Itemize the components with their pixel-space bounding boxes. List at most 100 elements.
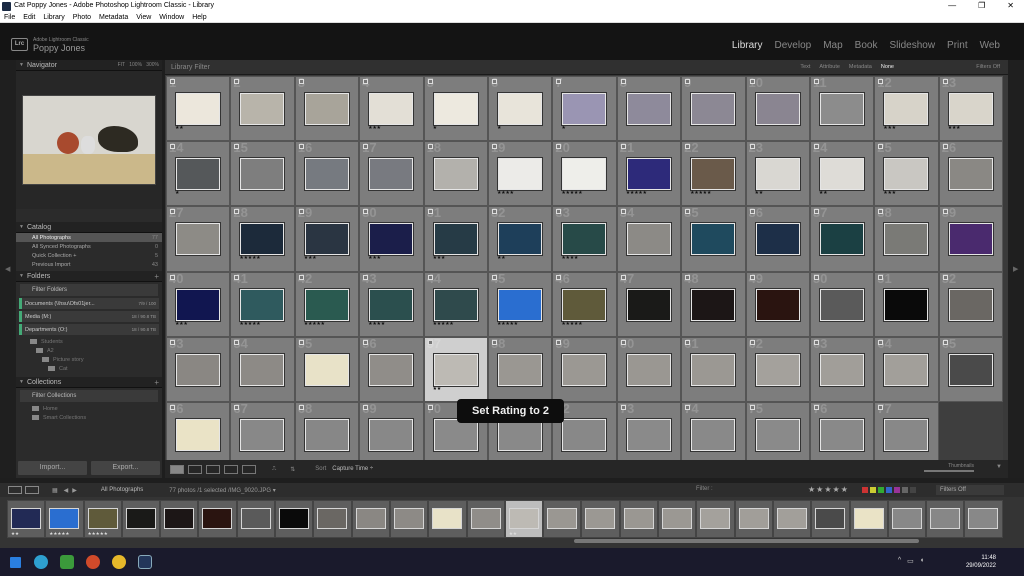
- photo-thumbnail[interactable]: [240, 288, 285, 321]
- volume-row[interactable]: Departments (O:) 18 / 90.8 TB: [19, 324, 159, 335]
- people-view-icon[interactable]: [242, 464, 256, 474]
- photo-thumbnail[interactable]: [497, 223, 542, 256]
- photo-thumbnail[interactable]: [819, 223, 864, 256]
- grid-cell[interactable]: 19 ★★★★: [487, 141, 553, 207]
- filmstrip-source[interactable]: All Photographs: [101, 487, 143, 493]
- grid-cell[interactable]: 37: [809, 206, 875, 272]
- filmstrip-cell[interactable]: ★★★★★: [83, 500, 122, 538]
- photo-thumbnail[interactable]: [304, 418, 349, 451]
- photo-thumbnail[interactable]: [433, 353, 478, 386]
- star-rating[interactable]: ★★★★★: [433, 321, 454, 327]
- menu-item-window[interactable]: Window: [159, 12, 184, 22]
- flag-icon[interactable]: [813, 209, 819, 215]
- photo-thumbnail[interactable]: [884, 288, 929, 321]
- filmstrip-thumbnail[interactable]: [815, 508, 846, 529]
- color-swatch[interactable]: [902, 487, 908, 493]
- flag-icon[interactable]: [234, 339, 240, 345]
- grid-cell[interactable]: 35: [681, 206, 746, 272]
- start-icon[interactable]: [4, 551, 26, 573]
- grid-cell[interactable]: 69: [359, 401, 424, 468]
- grid-cell[interactable]: 15: [230, 141, 295, 207]
- flag-icon[interactable]: [363, 339, 369, 345]
- filmstrip-thumbnail[interactable]: [317, 508, 348, 529]
- painter-icon[interactable]: ⎍: [272, 466, 276, 473]
- flag-icon[interactable]: [170, 79, 175, 84]
- star-rating[interactable]: ★: [433, 125, 438, 131]
- photo-thumbnail[interactable]: [884, 93, 929, 125]
- photo-thumbnail[interactable]: [497, 353, 542, 386]
- grid-cell[interactable]: 25 ★★★: [874, 141, 939, 207]
- photo-thumbnail[interactable]: [755, 288, 800, 321]
- flag-icon[interactable]: [363, 274, 369, 280]
- folders-header[interactable]: ▼ Folders +: [16, 271, 162, 282]
- photo-thumbnail[interactable]: [240, 223, 285, 256]
- star-rating[interactable]: ★★★★★: [239, 255, 260, 261]
- filmstrip-cell[interactable]: [198, 500, 237, 538]
- photo-thumbnail[interactable]: [176, 353, 220, 386]
- grid-cell[interactable]: 20 ★★★★★: [552, 141, 617, 207]
- photo-thumbnail[interactable]: [240, 418, 285, 451]
- photo-thumbnail[interactable]: [562, 418, 607, 451]
- grid-cell[interactable]: 9: [681, 76, 746, 142]
- flag-icon[interactable]: [234, 144, 240, 150]
- collections-header[interactable]: ▼ Collections +: [16, 377, 162, 388]
- photo-thumbnail[interactable]: [884, 353, 929, 386]
- forward-arrow-icon[interactable]: ▶: [72, 487, 77, 494]
- photo-thumbnail[interactable]: [497, 93, 542, 125]
- filmstrip-cell[interactable]: [696, 500, 735, 538]
- filmstrip-cell[interactable]: ★★: [504, 500, 544, 538]
- star-rating[interactable]: ★★★★★: [690, 190, 711, 196]
- grid-cell[interactable]: 59: [552, 336, 617, 402]
- flag-icon[interactable]: [942, 79, 948, 84]
- photo-thumbnail[interactable]: [497, 418, 542, 451]
- collapse-triangle-icon[interactable]: ▼: [19, 224, 24, 230]
- photo-thumbnail[interactable]: [240, 158, 285, 191]
- grid-cell[interactable]: 6★: [487, 76, 553, 142]
- collapse-triangle-icon[interactable]: ▼: [19, 273, 24, 279]
- menu-item-edit[interactable]: Edit: [23, 12, 35, 22]
- powerpoint-icon[interactable]: [82, 551, 104, 573]
- grid-cell[interactable]: 21 ★★★★★: [616, 141, 682, 207]
- filter-attribute-button[interactable]: Attribute: [815, 63, 843, 71]
- star-rating[interactable]: ★★★★★: [497, 321, 518, 327]
- flag-icon[interactable]: [813, 404, 819, 410]
- star-rating[interactable]: ★★★★★: [239, 321, 260, 327]
- filmstrip-thumbnail[interactable]: [164, 508, 195, 529]
- module-library[interactable]: Library: [732, 40, 763, 51]
- photo-thumbnail[interactable]: [819, 353, 864, 386]
- export-button[interactable]: Export...: [91, 461, 160, 475]
- flag-icon[interactable]: [170, 144, 175, 150]
- filmstrip-thumbnail[interactable]: [355, 508, 386, 529]
- filmstrip-thumbnail[interactable]: [470, 508, 501, 529]
- flag-icon[interactable]: [620, 274, 626, 280]
- flag-icon[interactable]: [234, 274, 240, 280]
- grid-cell[interactable]: 62: [745, 336, 810, 402]
- navigator-header[interactable]: ▼ Navigator FIT 100% 300%: [16, 60, 162, 71]
- flag-icon[interactable]: [813, 79, 819, 84]
- collapse-left-icon[interactable]: ◀: [5, 265, 10, 273]
- flag-icon[interactable]: [942, 274, 948, 280]
- star-rating[interactable]: ★★: [497, 255, 506, 261]
- photo-thumbnail[interactable]: [819, 93, 864, 125]
- flag-icon[interactable]: [620, 144, 626, 150]
- filmstrip-cell[interactable]: [964, 500, 1003, 538]
- photo-thumbnail[interactable]: [369, 158, 414, 191]
- filmstrip-cell[interactable]: [236, 500, 276, 538]
- grid-cell[interactable]: 16: [294, 141, 360, 207]
- flag-icon[interactable]: [491, 274, 497, 280]
- grid-cell[interactable]: 65: [938, 336, 1004, 402]
- grid-cell[interactable]: 45 ★★★★★: [487, 271, 553, 337]
- filmstrip-thumbnail[interactable]: [738, 508, 769, 529]
- grid-cell[interactable]: 73: [616, 401, 682, 468]
- grid-cell[interactable]: 58: [487, 336, 553, 402]
- photo-thumbnail[interactable]: [304, 223, 349, 256]
- volume-row[interactable]: Media (M:) 18 / 90.8 TB: [19, 311, 159, 322]
- filmstrip-thumbnail[interactable]: [585, 508, 616, 529]
- flag-icon[interactable]: [234, 404, 240, 410]
- photo-thumbnail[interactable]: [562, 158, 607, 191]
- flag-icon[interactable]: [234, 79, 240, 84]
- photo-thumbnail[interactable]: [562, 288, 607, 321]
- flag-icon[interactable]: [491, 339, 497, 345]
- filmstrip-cell[interactable]: [658, 500, 697, 538]
- flag-icon[interactable]: [556, 144, 562, 150]
